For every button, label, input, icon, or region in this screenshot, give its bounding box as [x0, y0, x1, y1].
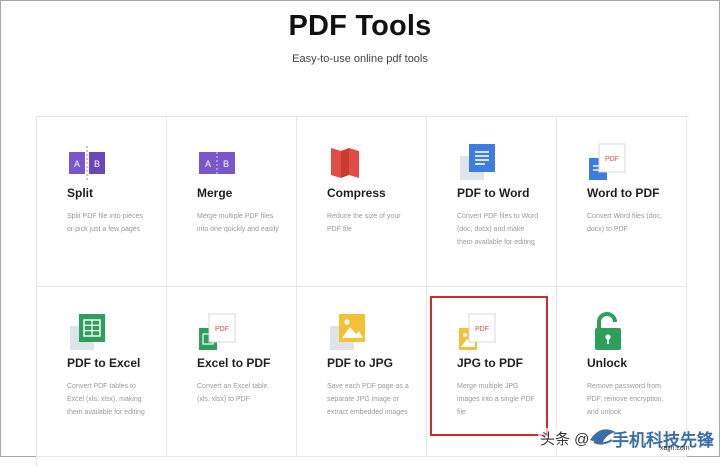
svg-text:PDF: PDF — [605, 156, 619, 163]
tool-card-excel-to-pdf[interactable]: PDF Excel to PDF Convert an Excel table … — [167, 287, 297, 457]
watermark-logo: 手机科技先锋 xajjn.com — [588, 416, 720, 457]
watermark-text: 头条 @ — [538, 428, 592, 449]
tool-name: PDF to Excel — [67, 356, 141, 370]
compress-icon — [331, 148, 359, 178]
svg-text:PDF: PDF — [215, 326, 229, 333]
tool-card-pdf-to-word[interactable]: PDF to Word Convert PDF files to Word (d… — [427, 117, 557, 287]
tool-description: Remove password from PDF, remove encrypt… — [587, 383, 664, 416]
jpg-to-pdf-icon: PDF — [459, 313, 496, 350]
split-icon: A B — [69, 146, 105, 180]
excel-to-pdf-icon: PDF — [199, 313, 236, 350]
tool-name: Word to PDF — [587, 186, 660, 200]
tool-card-word-to-pdf[interactable]: PDF Word to PDF Convert Word files (doc,… — [557, 117, 687, 287]
tool-name: JPG to PDF — [457, 356, 524, 370]
unlock-icon — [595, 312, 621, 350]
tool-name: Split — [67, 186, 93, 200]
page-title: PDF Tools — [288, 10, 432, 42]
merge-icon: A B — [199, 152, 235, 174]
tool-description: Split PDF file into pieces or pick just … — [67, 213, 143, 233]
tool-name: PDF to Word — [457, 186, 530, 200]
tool-card-compress[interactable]: Compress Reduce the size of your PDF fil… — [297, 117, 427, 287]
page-subtitle: Easy-to-use online pdf tools — [292, 53, 428, 65]
svg-text:B: B — [223, 159, 229, 169]
tool-description: Merge multiple JPG images into a single … — [457, 383, 535, 416]
tool-description: Convert an Excel table (xls, xlsx) to PD… — [197, 383, 268, 403]
word-to-pdf-icon: PDF — [589, 143, 626, 180]
svg-text:A: A — [205, 159, 211, 169]
tool-card-split[interactable]: A B Split Split PDF file into pieces or … — [37, 117, 167, 287]
watermark-url: xajjn.com — [660, 445, 690, 452]
tool-name: Merge — [197, 186, 233, 200]
excel-sheet-icon — [70, 314, 105, 350]
tool-description: Save each PDF page as a separate JPG ima… — [327, 383, 409, 416]
tool-card-pdf-to-jpg[interactable]: PDF to JPG Save each PDF page as a separ… — [297, 287, 427, 457]
tool-description: Merge multiple PDF files into one quickl… — [197, 213, 279, 233]
svg-text:PDF: PDF — [475, 326, 489, 333]
tool-card-merge[interactable]: A B Merge Merge multiple PDF files into … — [167, 117, 297, 287]
image-icon — [330, 314, 365, 350]
tool-name: PDF to JPG — [327, 356, 394, 370]
tool-description: Convert PDF files to Word (doc, docx) an… — [457, 213, 539, 246]
tool-name: Unlock — [587, 356, 628, 370]
tool-description: Convert Word files (doc, docx) to PDF — [587, 213, 662, 233]
tool-description: Reduce the size of your PDF file — [327, 213, 401, 233]
tool-description: Convert PDF tables to Excel (xls, xlsx),… — [67, 383, 145, 416]
tool-name: Excel to PDF — [197, 356, 271, 370]
word-doc-icon — [460, 144, 495, 180]
tools-grid: A B Split Split PDF file into pieces or … — [36, 116, 689, 467]
tool-name: Compress — [327, 186, 386, 200]
svg-text:A: A — [74, 159, 80, 169]
svg-text:B: B — [94, 159, 100, 169]
tool-card-pdf-to-excel[interactable]: PDF to Excel Convert PDF tables to Excel… — [37, 287, 167, 457]
